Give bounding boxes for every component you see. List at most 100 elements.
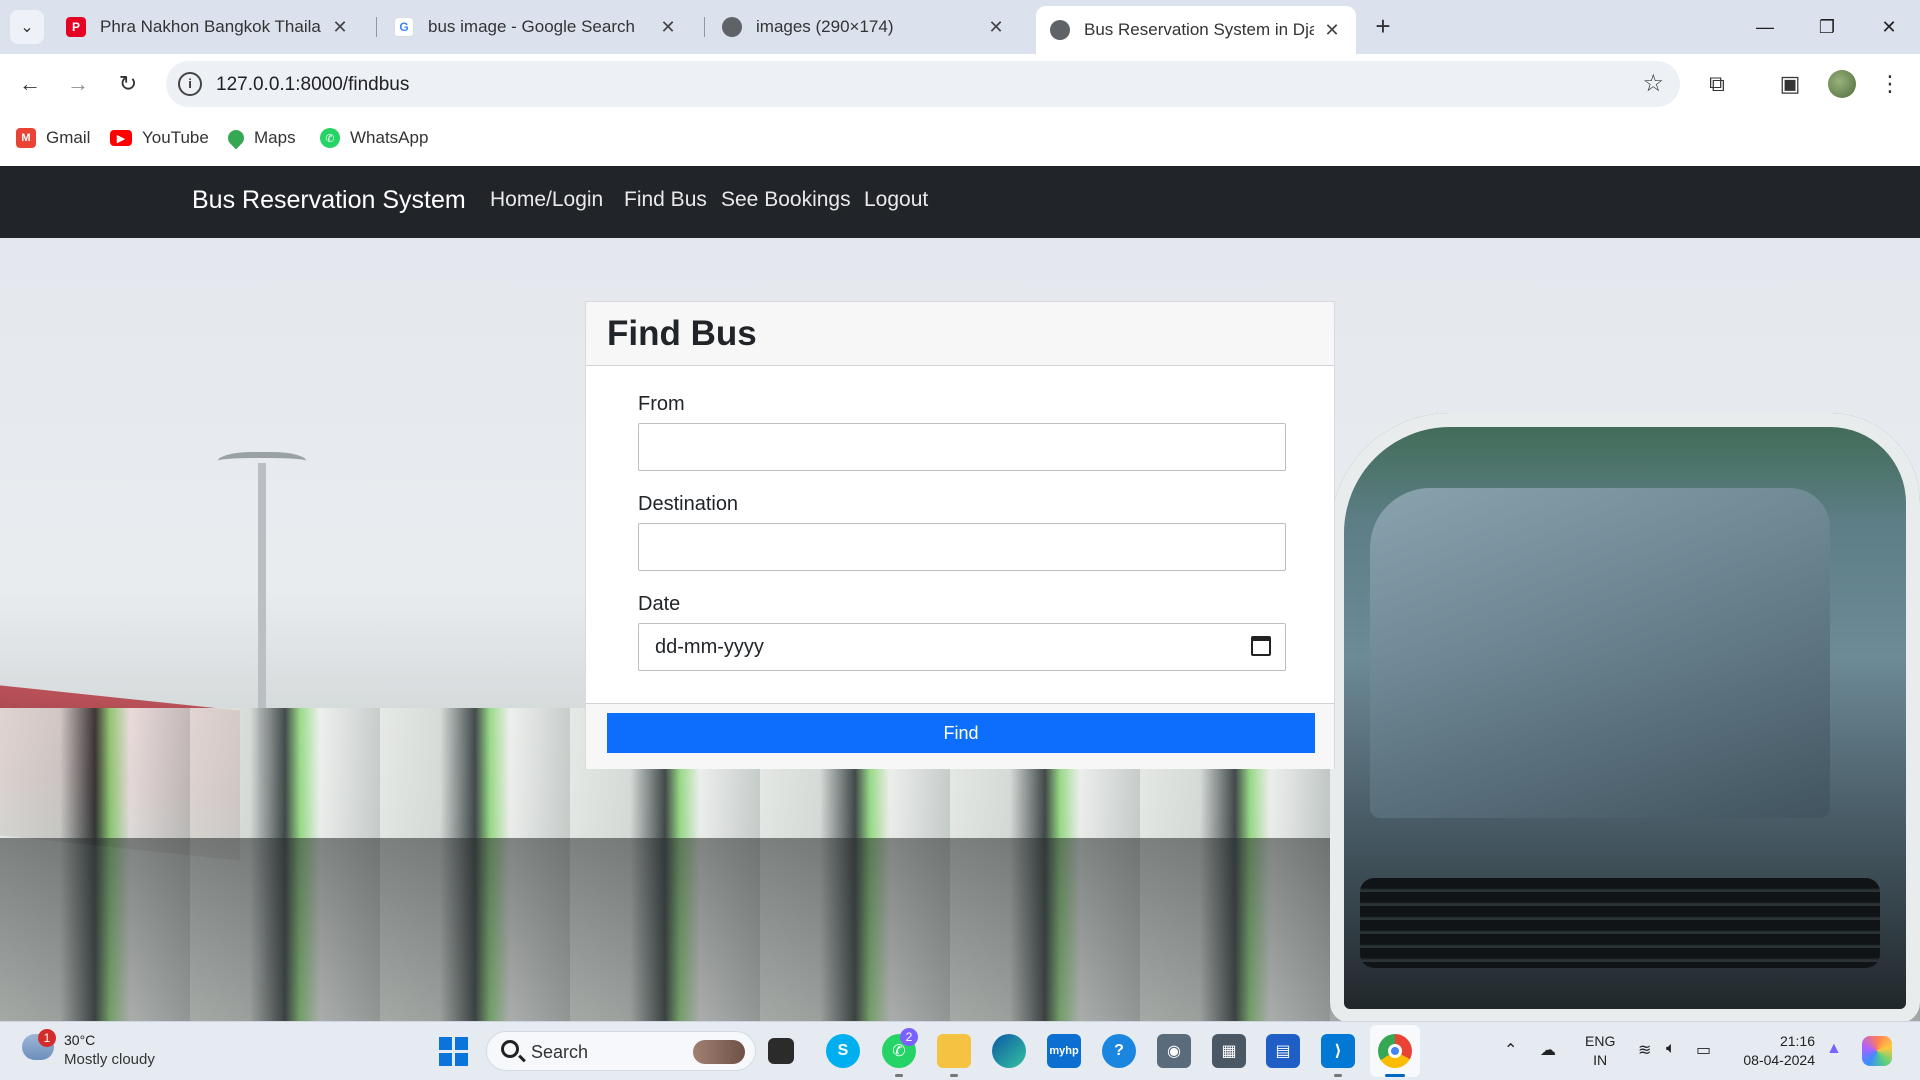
copilot-icon[interactable] <box>1862 1036 1892 1066</box>
battery-icon[interactable]: ▭ <box>1696 1040 1711 1060</box>
date-input[interactable]: dd-mm-yyyy <box>638 623 1286 671</box>
menu-icon[interactable]: ⋮ <box>1874 68 1906 100</box>
card-footer: Find <box>586 703 1334 769</box>
arrow-left-icon: ← <box>19 71 41 96</box>
close-icon[interactable]: ✕ <box>330 17 350 38</box>
running-indicator <box>1334 1074 1342 1077</box>
wifi-icon[interactable]: ≋ <box>1638 1040 1651 1060</box>
tab-bus-image-search[interactable]: G bus image - Google Search ✕ <box>380 8 692 46</box>
chevron-down-icon: ⌄ <box>20 19 34 36</box>
bookmark-label: Gmail <box>46 128 91 147</box>
skype-icon[interactable]: S <box>826 1034 860 1068</box>
bookmark-star-icon[interactable]: ☆ <box>1642 69 1664 98</box>
site-navbar: Bus Reservation System Home/Login Find B… <box>0 166 1920 238</box>
store-icon[interactable]: ▤ <box>1266 1034 1300 1068</box>
close-icon[interactable]: ✕ <box>1322 20 1342 41</box>
find-bus-card: Find Bus From Destination Date dd-mm-yyy… <box>585 301 1335 769</box>
tab-title: Bus Reservation System in Djan <box>1084 20 1314 39</box>
bookmark-maps[interactable]: Maps <box>224 126 296 150</box>
search-highlight-icon <box>693 1040 745 1064</box>
myhp-icon[interactable]: myhp <box>1047 1034 1081 1068</box>
nav-home-login[interactable]: Home/Login <box>490 188 603 212</box>
language-code: ENG <box>1585 1033 1616 1049</box>
extensions-icon[interactable]: ⧉ <box>1701 68 1733 100</box>
tab-title: images (290×174) <box>756 17 894 36</box>
notification-bell-icon[interactable]: ▲ <box>1826 1040 1842 1058</box>
google-icon: G <box>394 17 414 37</box>
language-indicator[interactable]: ENG IN <box>1585 1032 1615 1070</box>
system-clock[interactable]: 21:16 08-04-2024 <box>1735 1032 1815 1070</box>
url-text[interactable]: 127.0.0.1:8000/findbus <box>216 74 409 96</box>
taskbar: 1 30°C Mostly cloudy Search S ✆ 2 myhp ?… <box>0 1021 1920 1080</box>
chrome-icon[interactable] <box>1378 1034 1412 1068</box>
camera-icon[interactable]: ◉ <box>1157 1034 1191 1068</box>
region-code: IN <box>1593 1052 1608 1068</box>
tab-bus-reservation[interactable]: Bus Reservation System in Djan ✕ <box>1036 6 1356 54</box>
weather-alert-badge: 1 <box>38 1029 56 1047</box>
bookmark-whatsapp[interactable]: ✆ WhatsApp <box>320 128 428 148</box>
tab-title: bus image - Google Search <box>428 17 635 36</box>
restore-icon: ❐ <box>1818 16 1836 37</box>
tab-images[interactable]: images (290×174) ✕ <box>708 8 1020 46</box>
calendar-icon[interactable] <box>1251 636 1271 656</box>
back-button[interactable]: ← <box>12 66 48 102</box>
forward-button[interactable]: → <box>60 66 96 102</box>
onedrive-icon[interactable]: ☁ <box>1540 1040 1556 1060</box>
profile-avatar[interactable] <box>1826 68 1858 100</box>
close-icon: ✕ <box>1881 16 1897 37</box>
whatsapp-badge: 2 <box>900 1028 918 1046</box>
bus-windshield <box>1370 488 1830 818</box>
clock-date: 08-04-2024 <box>1743 1052 1815 1068</box>
tab-phra-nakhon[interactable]: P Phra Nakhon Bangkok Thailand ✕ <box>52 8 364 46</box>
vscode-icon[interactable]: ⟩ <box>1321 1034 1355 1068</box>
from-input[interactable] <box>638 423 1286 471</box>
date-label: Date <box>638 593 681 615</box>
plus-icon: + <box>1375 11 1391 41</box>
close-icon[interactable]: ✕ <box>658 17 678 38</box>
nav-find-bus[interactable]: Find Bus <box>624 188 707 212</box>
bus-grille <box>1360 878 1880 968</box>
tab-search-button[interactable]: ⌄ <box>10 10 44 44</box>
bookmarks-bar: M Gmail ▶ YouTube Maps ✆ WhatsApp <box>0 114 1920 166</box>
nav-see-bookings[interactable]: See Bookings <box>721 188 851 212</box>
side-panel-icon[interactable]: ▣ <box>1774 68 1806 100</box>
help-icon[interactable]: ? <box>1102 1034 1136 1068</box>
minimize-icon: — <box>1756 16 1774 37</box>
youtube-icon: ▶ <box>110 130 132 146</box>
bookmark-gmail[interactable]: M Gmail <box>16 128 90 148</box>
destination-input[interactable] <box>638 523 1286 571</box>
taskbar-search-label: Search <box>531 1042 589 1062</box>
nav-logout[interactable]: Logout <box>864 188 928 212</box>
globe-icon <box>722 17 742 37</box>
site-brand[interactable]: Bus Reservation System <box>192 186 466 215</box>
whatsapp-icon: ✆ <box>320 128 340 148</box>
close-window-button[interactable]: ✕ <box>1858 0 1920 54</box>
avatar <box>1828 70 1856 98</box>
bookmark-youtube[interactable]: ▶ YouTube <box>110 128 209 148</box>
tab-strip: ⌄ P Phra Nakhon Bangkok Thailand ✕ G bus… <box>0 0 1920 54</box>
bookmark-label: YouTube <box>142 128 209 147</box>
address-bar[interactable]: i 127.0.0.1:8000/findbus ☆ <box>166 61 1680 107</box>
file-explorer-icon[interactable] <box>937 1034 971 1068</box>
clock-time: 21:16 <box>1779 1033 1815 1049</box>
tab-divider <box>376 17 377 37</box>
arrow-right-icon: → <box>67 71 89 96</box>
globe-icon <box>1050 20 1070 40</box>
restore-button[interactable]: ❐ <box>1796 0 1858 54</box>
edge-icon[interactable] <box>992 1034 1026 1068</box>
chevron-up-icon[interactable]: ⌃ <box>1504 1040 1517 1060</box>
volume-icon[interactable]: 🔈︎ <box>1666 1040 1676 1058</box>
minimize-button[interactable]: — <box>1734 0 1796 54</box>
pinterest-icon: P <box>66 17 86 37</box>
calculator-icon[interactable]: ▦ <box>1212 1034 1246 1068</box>
task-view-icon[interactable] <box>768 1038 794 1064</box>
start-button[interactable] <box>436 1034 470 1068</box>
new-tab-button[interactable]: + <box>1368 12 1398 42</box>
find-button[interactable]: Find <box>607 713 1315 753</box>
page-title: Find Bus <box>607 314 757 353</box>
close-icon[interactable]: ✕ <box>986 17 1006 38</box>
site-info-icon[interactable]: i <box>178 72 202 96</box>
reload-button[interactable]: ↻ <box>110 66 146 102</box>
taskbar-search[interactable]: Search <box>486 1031 756 1071</box>
light-pole-head <box>218 452 306 474</box>
